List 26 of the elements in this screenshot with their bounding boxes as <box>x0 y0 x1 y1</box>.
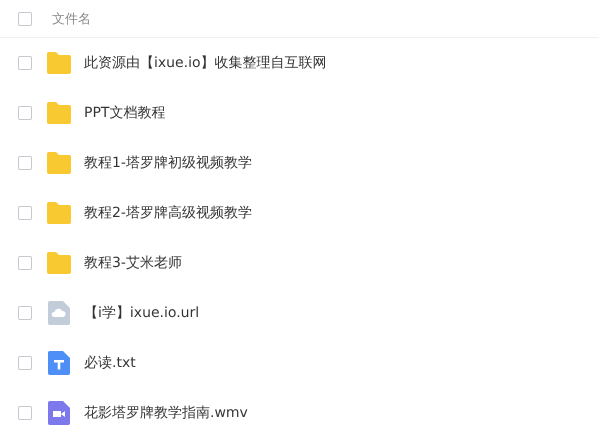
folder-icon <box>46 151 72 175</box>
checkbox[interactable] <box>18 356 32 370</box>
file-name[interactable]: 【i学】ixue.io.url <box>84 304 200 322</box>
folder-icon <box>46 101 72 125</box>
text-file-icon <box>46 351 72 375</box>
checkbox[interactable] <box>18 206 32 220</box>
file-name[interactable]: 教程3-艾米老师 <box>84 254 182 272</box>
folder-icon <box>46 201 72 225</box>
checkbox[interactable] <box>18 256 32 270</box>
checkbox[interactable] <box>18 56 32 70</box>
checkbox[interactable] <box>18 156 32 170</box>
file-name[interactable]: 教程1-塔罗牌初级视频教学 <box>84 154 252 172</box>
column-header[interactable]: 文件名 <box>52 10 91 28</box>
checkbox[interactable] <box>18 406 32 420</box>
file-name[interactable]: 此资源由【ixue.io】收集整理自互联网 <box>84 54 327 72</box>
file-name[interactable]: PPT文档教程 <box>84 104 166 122</box>
video-file-icon <box>46 401 72 425</box>
checkbox[interactable] <box>18 306 32 320</box>
cloud-file-icon <box>46 301 72 325</box>
folder-icon <box>46 251 72 275</box>
file-name[interactable]: 花影塔罗牌教学指南.wmv <box>84 404 248 422</box>
file-name[interactable]: 教程2-塔罗牌高级视频教学 <box>84 204 252 222</box>
checkbox[interactable] <box>18 12 32 26</box>
checkbox[interactable] <box>18 106 32 120</box>
folder-icon <box>46 51 72 75</box>
file-name[interactable]: 必读.txt <box>84 354 136 372</box>
